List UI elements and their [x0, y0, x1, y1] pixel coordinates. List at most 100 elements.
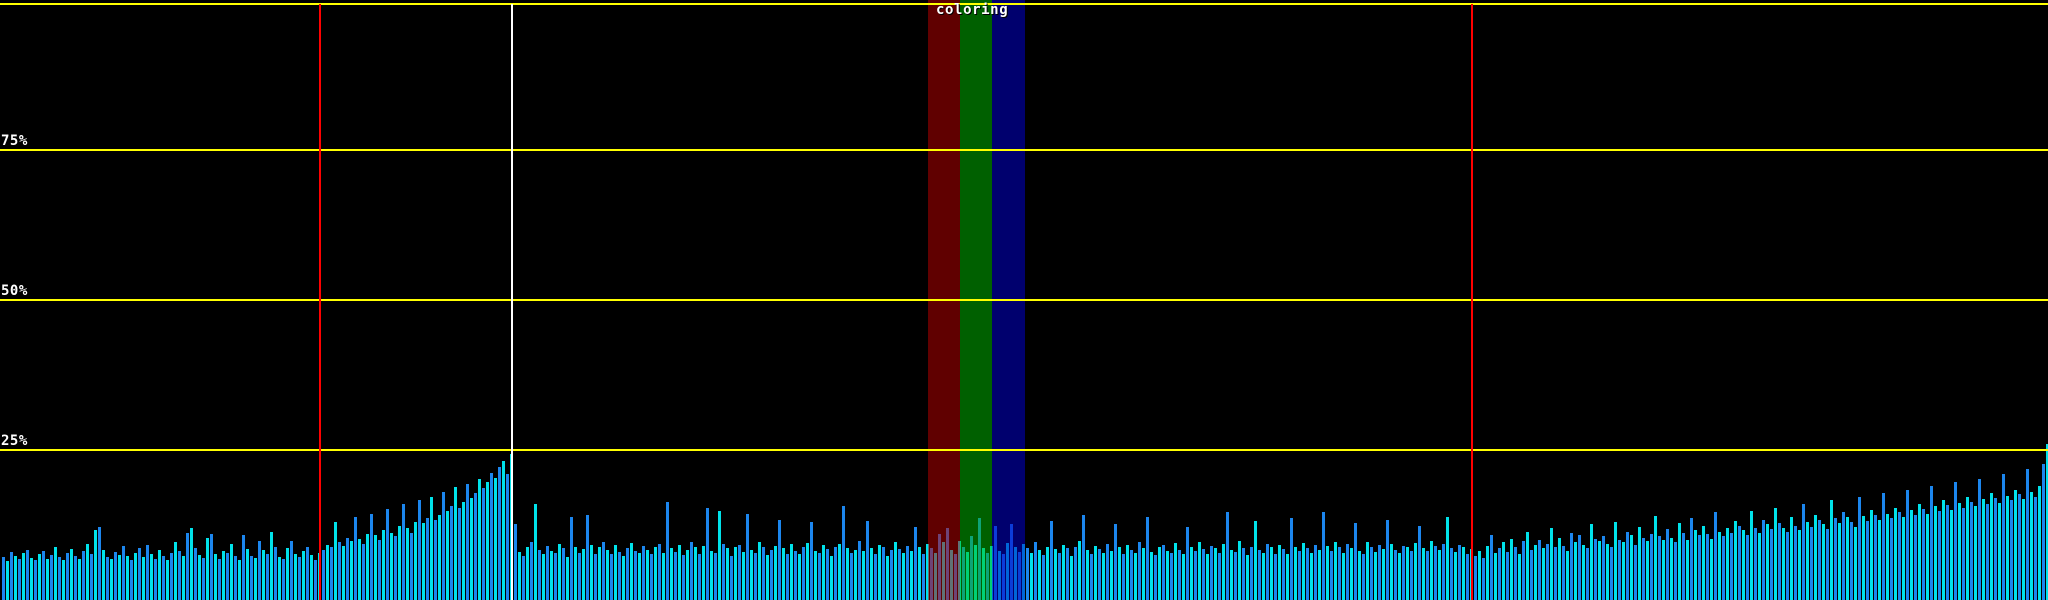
- histogram-bar: [1202, 549, 1205, 600]
- histogram-bar: [466, 484, 469, 600]
- histogram-bar: [1378, 545, 1381, 600]
- red-marker-line: [319, 4, 321, 600]
- histogram-bar: [1162, 545, 1165, 600]
- histogram-bar: [1186, 527, 1189, 600]
- histogram-bar: [910, 551, 913, 600]
- histogram-bar: [1970, 502, 1973, 600]
- red-marker-line: [1471, 4, 1473, 600]
- histogram-bar: [1762, 520, 1765, 600]
- histogram-bar: [234, 556, 237, 600]
- histogram-bar: [378, 540, 381, 600]
- histogram-bar: [638, 553, 641, 600]
- histogram-bar: [330, 547, 333, 600]
- histogram-bar: [1726, 528, 1729, 600]
- histogram-bar: [286, 548, 289, 600]
- histogram-bar: [1626, 532, 1629, 600]
- gridline-25: [0, 449, 2048, 451]
- histogram-bar: [1070, 556, 1073, 600]
- histogram-bar: [66, 553, 69, 600]
- histogram-bar: [650, 554, 653, 600]
- histogram-bar: [1690, 518, 1693, 600]
- histogram-bar: [2002, 474, 2005, 600]
- histogram-bar: [798, 554, 801, 600]
- histogram-bar: [1170, 553, 1173, 600]
- histogram-bar: [1142, 548, 1145, 600]
- histogram-bar: [1582, 545, 1585, 600]
- histogram-bar: [1922, 509, 1925, 600]
- histogram-bar: [1414, 543, 1417, 600]
- histogram-bar: [1426, 551, 1429, 600]
- histogram-bar: [1406, 547, 1409, 600]
- histogram-bar: [1090, 554, 1093, 600]
- histogram-bar: [462, 502, 465, 600]
- histogram-bar: [1794, 526, 1797, 600]
- histogram-bar: [1918, 504, 1921, 600]
- histogram-bar: [1754, 528, 1757, 600]
- histogram-bar: [1530, 550, 1533, 600]
- histogram-bar: [1914, 515, 1917, 600]
- histogram-bar: [1486, 546, 1489, 600]
- histogram-bar: [74, 556, 77, 600]
- histogram-bar: [1454, 552, 1457, 600]
- histogram-bar: [1234, 552, 1237, 600]
- histogram-bar: [878, 545, 881, 600]
- histogram-bar: [1334, 542, 1337, 600]
- histogram-bar: [2006, 496, 2009, 600]
- histogram-bar: [362, 544, 365, 600]
- histogram-bar: [1718, 532, 1721, 600]
- histogram-bar: [750, 550, 753, 600]
- histogram-bar: [1830, 500, 1833, 600]
- histogram-bar: [1930, 486, 1933, 600]
- histogram-bar: [1298, 551, 1301, 600]
- histogram-bar: [758, 542, 761, 600]
- histogram-bar: [298, 557, 301, 600]
- histogram-bar: [1370, 547, 1373, 600]
- histogram-bar: [1662, 540, 1665, 600]
- histogram-bar: [1158, 547, 1161, 600]
- histogram-bar: [454, 487, 457, 600]
- tick-label-75: 75%: [1, 134, 28, 148]
- histogram-bar: [914, 527, 917, 600]
- histogram-bar: [346, 538, 349, 600]
- histogram-bar: [1610, 547, 1613, 600]
- histogram-bar: [1770, 529, 1773, 600]
- histogram-bar: [1462, 547, 1465, 600]
- histogram-bar: [1534, 545, 1537, 600]
- histogram-bar: [1482, 558, 1485, 600]
- histogram-bar: [1306, 548, 1309, 600]
- histogram-bar: [1410, 551, 1413, 600]
- histogram-bar: [6, 561, 9, 600]
- histogram-bar: [1746, 535, 1749, 600]
- histogram-bar: [1886, 514, 1889, 600]
- histogram-bar: [242, 535, 245, 600]
- histogram-bar: [322, 550, 325, 600]
- histogram-bar: [1122, 554, 1125, 600]
- histogram-bar: [1602, 536, 1605, 600]
- histogram-bar: [250, 556, 253, 600]
- histogram-bar: [1214, 548, 1217, 600]
- histogram-bar: [1190, 547, 1193, 600]
- histogram-bar: [1734, 521, 1737, 600]
- histogram-bar: [542, 554, 545, 600]
- histogram-bar: [182, 556, 185, 600]
- histogram-bar: [518, 552, 521, 600]
- histogram-bar: [1106, 544, 1109, 600]
- histogram-bar: [742, 552, 745, 600]
- histogram-bar: [642, 546, 645, 600]
- histogram-bar: [790, 544, 793, 600]
- histogram-bar: [1766, 524, 1769, 600]
- histogram-bar: [674, 552, 677, 600]
- histogram-bar: [1326, 546, 1329, 600]
- histogram-bar: [350, 541, 353, 600]
- histogram-bar: [1250, 547, 1253, 600]
- histogram-bar: [1818, 520, 1821, 600]
- histogram-bar: [530, 542, 533, 600]
- histogram-bar: [1810, 527, 1813, 600]
- histogram-bar: [906, 546, 909, 600]
- histogram-bar: [1086, 550, 1089, 600]
- histogram-bar: [1290, 518, 1293, 600]
- histogram-bar: [1150, 552, 1153, 600]
- histogram-bar: [42, 551, 45, 600]
- histogram-bar: [606, 550, 609, 600]
- histogram-bar: [846, 548, 849, 600]
